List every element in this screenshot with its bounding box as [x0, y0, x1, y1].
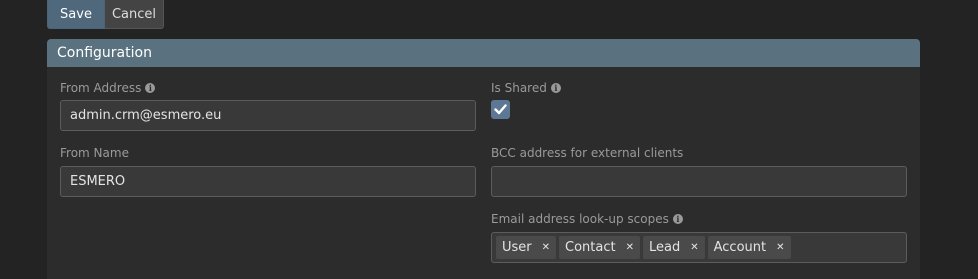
from-address-input[interactable] [60, 100, 476, 131]
is-shared-checkbox[interactable] [491, 100, 510, 119]
remove-icon[interactable]: ✕ [626, 242, 634, 253]
panel-title: Configuration [47, 39, 920, 67]
tag-label: Lead [649, 240, 681, 255]
from-address-label-text: From Address [60, 81, 142, 95]
bcc-address-input[interactable] [491, 166, 907, 197]
tag-item: Lead ✕ [643, 236, 705, 259]
lookup-scopes-label-text: Email address look-up scopes [491, 212, 669, 226]
from-name-input[interactable] [60, 166, 476, 197]
lookup-scopes-tag-input[interactable]: User ✕ Contact ✕ Lead ✕ Account ✕ [491, 232, 907, 263]
tag-item: Contact ✕ [559, 236, 640, 259]
configuration-panel: Configuration From Address i Is Shared i… [47, 39, 920, 279]
info-icon[interactable]: i [672, 214, 683, 224]
bcc-address-label-text: BCC address for external clients [491, 146, 684, 160]
toolbar: Save Cancel [47, 0, 164, 30]
cancel-button[interactable]: Cancel [105, 0, 164, 29]
remove-icon[interactable]: ✕ [690, 242, 698, 253]
bcc-address-label: BCC address for external clients [491, 146, 683, 160]
info-icon[interactable]: i [550, 83, 561, 93]
remove-icon[interactable]: ✕ [542, 242, 550, 253]
from-name-label: From Name [60, 146, 129, 160]
tag-item: User ✕ [496, 236, 557, 259]
from-address-label: From Address i [60, 81, 156, 95]
tag-label: Account [713, 240, 767, 255]
tag-item: Account ✕ [707, 236, 791, 259]
is-shared-label-text: Is Shared [491, 81, 547, 95]
info-icon[interactable]: i [145, 83, 156, 93]
save-button[interactable]: Save [47, 0, 105, 29]
remove-icon[interactable]: ✕ [776, 242, 784, 253]
tag-label: Contact [565, 240, 616, 255]
is-shared-label: Is Shared i [491, 81, 561, 95]
from-name-label-text: From Name [60, 146, 129, 160]
lookup-scopes-label: Email address look-up scopes i [491, 212, 683, 226]
tag-label: User [502, 240, 532, 255]
check-icon [494, 104, 507, 115]
